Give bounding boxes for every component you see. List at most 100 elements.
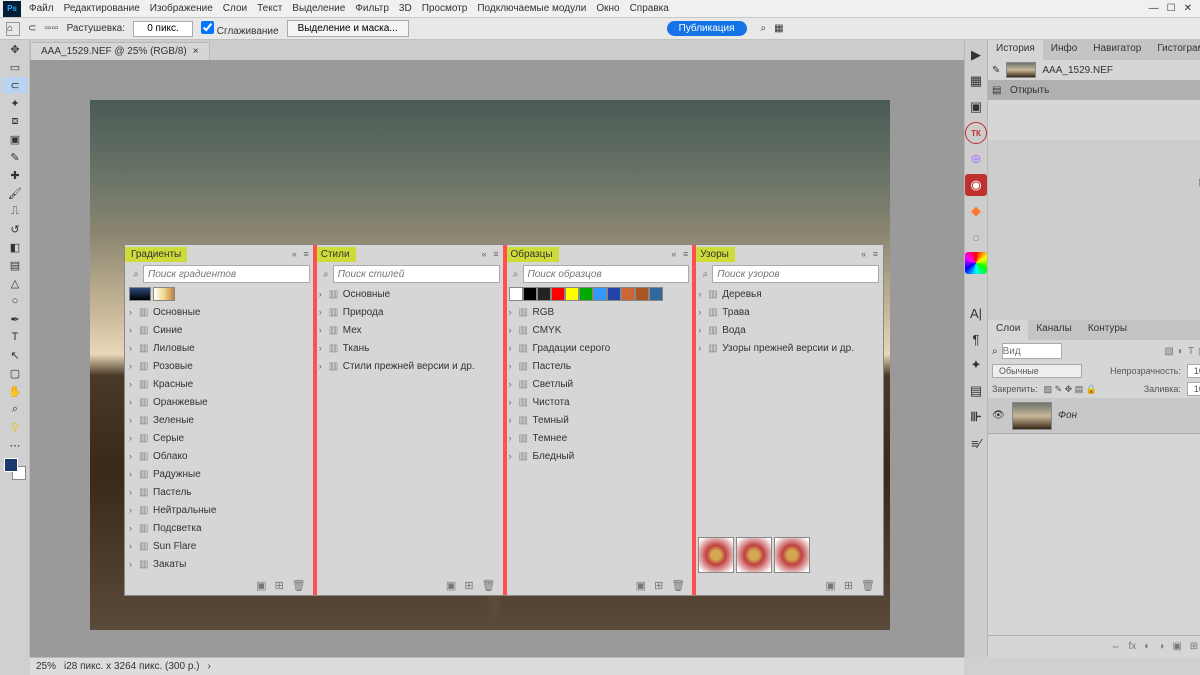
blur-tool[interactable]: △ bbox=[2, 275, 28, 291]
list-item[interactable]: ›▥Мех bbox=[315, 321, 504, 339]
list-item[interactable]: ›▥Зеленые bbox=[125, 411, 314, 429]
menu-edit[interactable]: Редактирование bbox=[59, 3, 145, 14]
close-window-button[interactable]: ✕ bbox=[1184, 3, 1192, 14]
document-tab[interactable]: AAA_1529.NEF @ 25% (RGB/8) × bbox=[30, 42, 210, 60]
pen-tool[interactable]: ✒ bbox=[2, 311, 28, 327]
list-item[interactable]: ›▥Пастель bbox=[505, 357, 694, 375]
list-item[interactable]: ›▥Подсветка bbox=[125, 519, 314, 537]
color-swatches[interactable] bbox=[4, 458, 26, 480]
list-item[interactable]: ›▥Трава bbox=[694, 303, 883, 321]
home-icon[interactable]: ⌂ bbox=[6, 22, 20, 36]
path-select-tool[interactable]: ↖ bbox=[2, 347, 28, 363]
styles-search-input[interactable] bbox=[333, 265, 500, 283]
crop-tool[interactable]: ⧈ bbox=[2, 113, 28, 129]
blend-mode-select[interactable]: Обычные bbox=[992, 364, 1082, 378]
color-wheel-icon[interactable] bbox=[965, 252, 987, 274]
lock-icons[interactable]: ▧ ✎ ✥ ▤ 🔒 bbox=[1044, 384, 1097, 395]
workspace-icon[interactable]: ▦ bbox=[774, 23, 783, 34]
adjustment-icon[interactable]: ◑ bbox=[1158, 641, 1164, 652]
patterns-search-input[interactable] bbox=[712, 265, 879, 283]
cc-icon[interactable]: ◉ bbox=[965, 174, 987, 196]
list-item[interactable]: ›▥Бледный bbox=[505, 447, 694, 465]
list-item[interactable]: ›▥Красные bbox=[125, 375, 314, 393]
minimize-button[interactable]: — bbox=[1149, 3, 1159, 14]
extension-icon[interactable]: ◆ bbox=[965, 200, 987, 222]
tab-history[interactable]: История bbox=[988, 40, 1043, 60]
paragraph-icon[interactable]: ¶ bbox=[965, 328, 987, 350]
frame-tool[interactable]: ▣ bbox=[2, 131, 28, 147]
close-tab-icon[interactable]: × bbox=[193, 46, 199, 57]
history-brush-tool[interactable]: ↺ bbox=[2, 221, 28, 237]
panel-menu-icon[interactable]: ≡ bbox=[873, 249, 880, 259]
swatches-tab[interactable]: Образцы bbox=[505, 247, 559, 262]
heal-tool[interactable]: ✚ bbox=[2, 167, 28, 183]
type-tool[interactable]: T bbox=[2, 329, 28, 345]
maximize-button[interactable]: ☐ bbox=[1167, 3, 1176, 14]
list-item[interactable]: ›▥Серые bbox=[125, 429, 314, 447]
list-item[interactable]: ›▥Нейтральные bbox=[125, 501, 314, 519]
publish-button[interactable]: Публикация bbox=[667, 21, 747, 36]
menu-help[interactable]: Справка bbox=[625, 3, 674, 14]
hand-tool[interactable]: ✋ bbox=[2, 383, 28, 399]
patterns-tab[interactable]: Узоры bbox=[694, 247, 735, 262]
list-item[interactable]: ›▥Облако bbox=[125, 447, 314, 465]
eyedropper-tool[interactable]: ✎ bbox=[2, 149, 28, 165]
move-tool[interactable]: ✥ bbox=[2, 41, 28, 57]
pattern-thumbnails[interactable] bbox=[698, 537, 879, 573]
zoom-tool[interactable]: ⌕ bbox=[2, 401, 28, 417]
list-item[interactable]: ›▥Чистота bbox=[505, 393, 694, 411]
dodge-tool[interactable]: ○ bbox=[2, 293, 28, 309]
layer-thumbnail[interactable] bbox=[1012, 402, 1052, 430]
search-icon[interactable]: ⌕ bbox=[761, 23, 767, 34]
adjust-icon[interactable]: ≡⁄ bbox=[965, 432, 987, 454]
list-item[interactable]: ›▥Стили прежней версии и др. bbox=[315, 357, 504, 375]
play-icon[interactable]: ▶ bbox=[965, 44, 987, 66]
list-item[interactable]: ›▥Основные bbox=[315, 285, 504, 303]
new-item-icon[interactable]: ⊞ bbox=[464, 579, 473, 592]
panel-menu-icon[interactable]: ≡ bbox=[303, 249, 310, 259]
menu-plugins[interactable]: Подключаемые модули bbox=[472, 3, 591, 14]
menu-layers[interactable]: Слои bbox=[218, 3, 252, 14]
list-item[interactable]: ›▥Градации серого bbox=[505, 339, 694, 357]
new-item-icon[interactable]: ⊞ bbox=[844, 579, 853, 592]
panel-menu-icon[interactable]: ≡ bbox=[683, 249, 690, 259]
list-item[interactable]: ›▥Темный bbox=[505, 411, 694, 429]
list-item[interactable]: ›▥Деревья bbox=[694, 285, 883, 303]
list-item[interactable]: ›▥Пастель bbox=[125, 483, 314, 501]
eraser-tool[interactable]: ◧ bbox=[2, 239, 28, 255]
new-group-icon[interactable]: ▣ bbox=[825, 579, 835, 592]
zoom-level[interactable]: 25% bbox=[36, 661, 56, 672]
tab-histogram[interactable]: Гистограмма bbox=[1149, 40, 1200, 60]
filter-adjust-icon[interactable]: ◐ bbox=[1178, 346, 1184, 357]
tab-paths[interactable]: Контуры bbox=[1080, 320, 1135, 340]
fx-icon[interactable]: fx bbox=[1128, 641, 1136, 652]
extension-icon[interactable]: ○ bbox=[965, 226, 987, 248]
panel-collapse-icon[interactable]: « bbox=[861, 249, 868, 259]
list-item[interactable]: ›▥Sun Flare bbox=[125, 537, 314, 555]
menu-image[interactable]: Изображение bbox=[145, 3, 218, 14]
group-icon[interactable]: ▣ bbox=[1172, 641, 1181, 652]
select-and-mask-button[interactable]: Выделение и маска... bbox=[287, 20, 409, 37]
doc-info[interactable]: i28 пикс. x 3264 пикс. (300 p.) bbox=[64, 661, 199, 672]
trash-icon[interactable]: 🗑 bbox=[292, 579, 306, 592]
history-snapshot[interactable]: ✎AAA_1529.NEF bbox=[988, 60, 1200, 80]
antialias-checkbox[interactable]: Сглаживание bbox=[201, 21, 279, 37]
visibility-icon[interactable]: 👁 bbox=[992, 410, 1006, 421]
panel-collapse-icon[interactable]: « bbox=[292, 249, 299, 259]
trash-icon[interactable]: 🗑 bbox=[861, 579, 875, 592]
panel-icon[interactable]: ▤ bbox=[965, 380, 987, 402]
tab-layers[interactable]: Слои bbox=[988, 320, 1028, 340]
glyph-icon[interactable]: ✦ bbox=[965, 354, 987, 376]
list-item[interactable]: ›▥Светлый bbox=[505, 375, 694, 393]
banana-tool[interactable]: ⚲ bbox=[2, 419, 28, 435]
list-item[interactable]: ›▥RGB bbox=[505, 303, 694, 321]
panel-icon[interactable]: ▣ bbox=[965, 96, 987, 118]
menu-text[interactable]: Текст bbox=[252, 3, 287, 14]
new-group-icon[interactable]: ▣ bbox=[446, 579, 456, 592]
trash-icon[interactable]: 🗑 bbox=[671, 579, 685, 592]
list-item[interactable]: ›▥Оранжевые bbox=[125, 393, 314, 411]
tab-info[interactable]: Инфо bbox=[1043, 40, 1086, 60]
canvas-area[interactable]: Градиенты« ≡ ⌕ ›▥Основные›▥Синие›▥Лиловы… bbox=[30, 60, 964, 657]
list-item[interactable]: ›▥Розовые bbox=[125, 357, 314, 375]
lasso-tool[interactable]: ⊂ bbox=[2, 77, 28, 93]
